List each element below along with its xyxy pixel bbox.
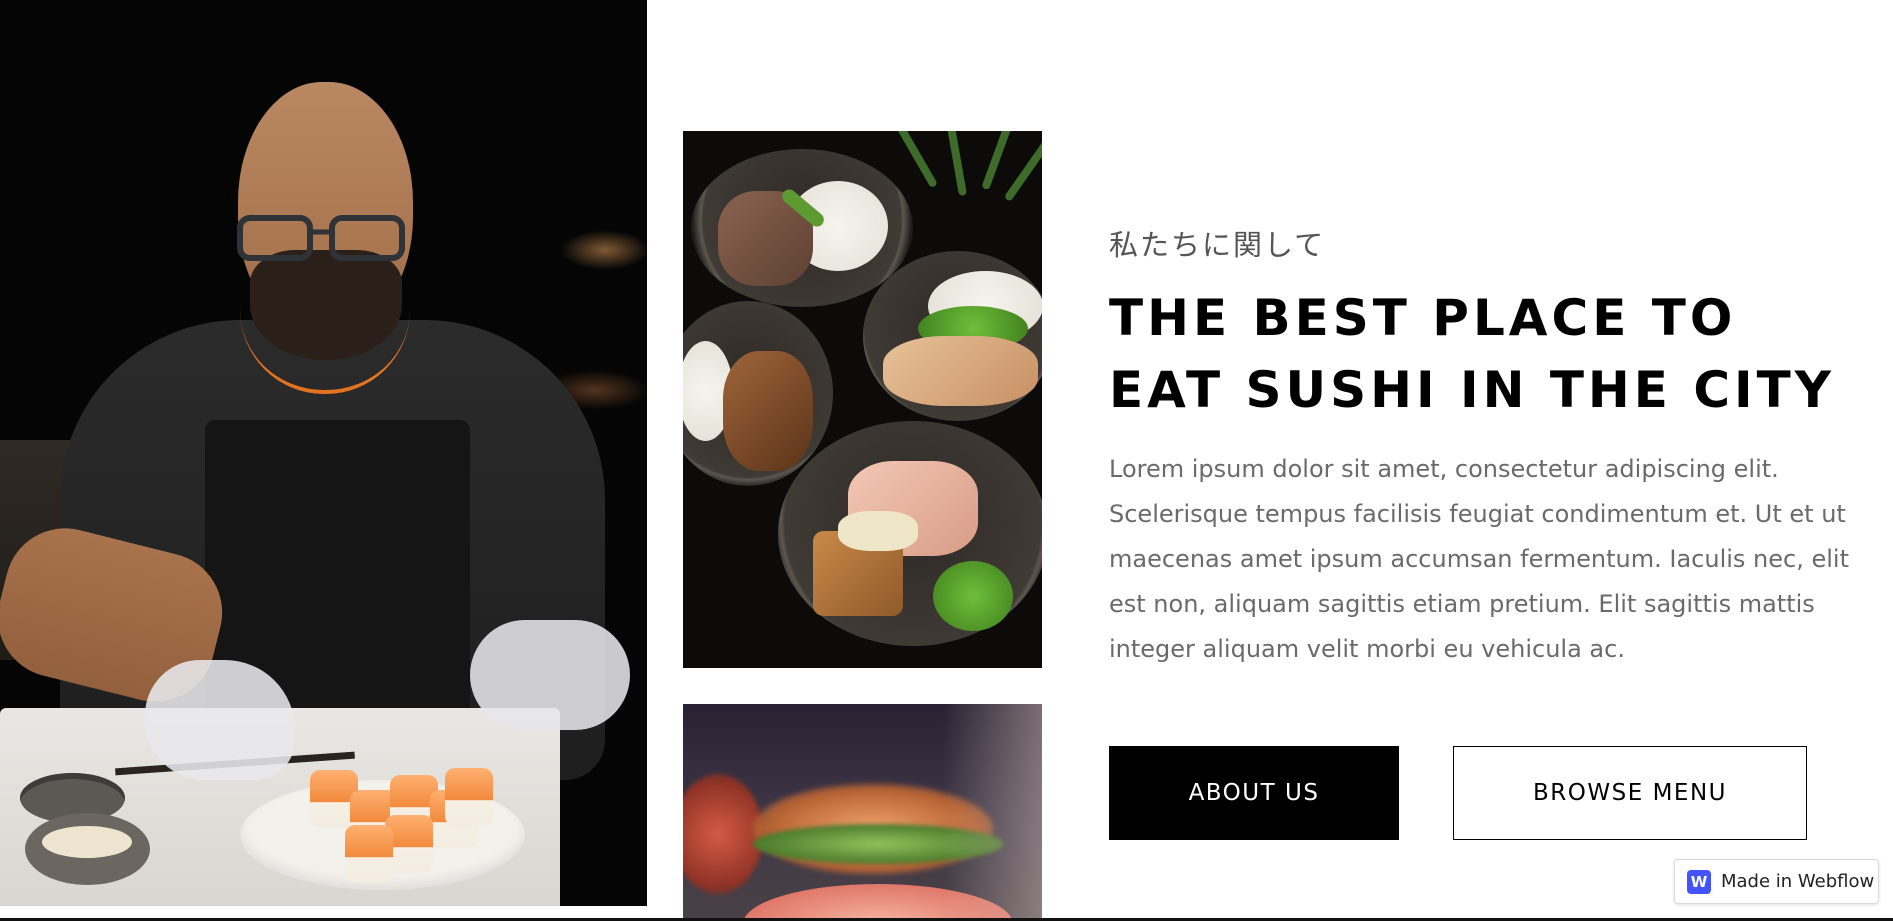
heading-line: EAT SUSHI IN THE CITY	[1109, 361, 1835, 419]
section-heading: THE BEST PLACE TO EAT SUSHI IN THE CITY	[1109, 282, 1835, 426]
about-us-button[interactable]: ABOUT US	[1109, 746, 1399, 840]
gloved-hand	[470, 620, 630, 730]
sushi-piece	[683, 774, 763, 894]
heading-line: THE BEST PLACE TO	[1109, 289, 1737, 347]
grilled-meat	[723, 351, 813, 471]
plant-leaf	[981, 131, 1013, 191]
background-light	[943, 704, 1042, 921]
badge-label: Made in Webflow	[1721, 871, 1875, 892]
sushi-roll	[345, 825, 393, 883]
section-body: Lorem ipsum dolor sit amet, consectetur …	[1109, 455, 1849, 663]
browse-menu-button[interactable]: BROWSE MENU	[1453, 746, 1807, 840]
sushi-closeup-photo	[683, 704, 1042, 921]
chef-photo	[0, 0, 647, 906]
glasses-icon	[237, 215, 405, 261]
sauce-bowl-contents	[42, 826, 132, 858]
sushi-roll	[445, 768, 493, 826]
food-bowls-photo	[683, 131, 1042, 668]
lemon-slice	[838, 511, 918, 551]
edamame	[933, 561, 1013, 631]
webflow-logo-icon: W	[1687, 869, 1711, 894]
plant-leaf	[1003, 140, 1042, 202]
about-page: 私たちに関して THE BEST PLACE TO EAT SUSHI IN TH…	[0, 0, 1893, 921]
made-in-webflow-badge[interactable]: W Made in Webflow	[1674, 859, 1879, 904]
chef-beard	[250, 250, 402, 360]
plant-leaf	[896, 131, 938, 189]
chicken	[883, 336, 1038, 406]
plant-leaf	[946, 131, 968, 197]
section-subtitle: 私たちに関して	[1109, 228, 1326, 262]
gloved-hand	[145, 660, 295, 780]
background-light	[560, 230, 647, 270]
